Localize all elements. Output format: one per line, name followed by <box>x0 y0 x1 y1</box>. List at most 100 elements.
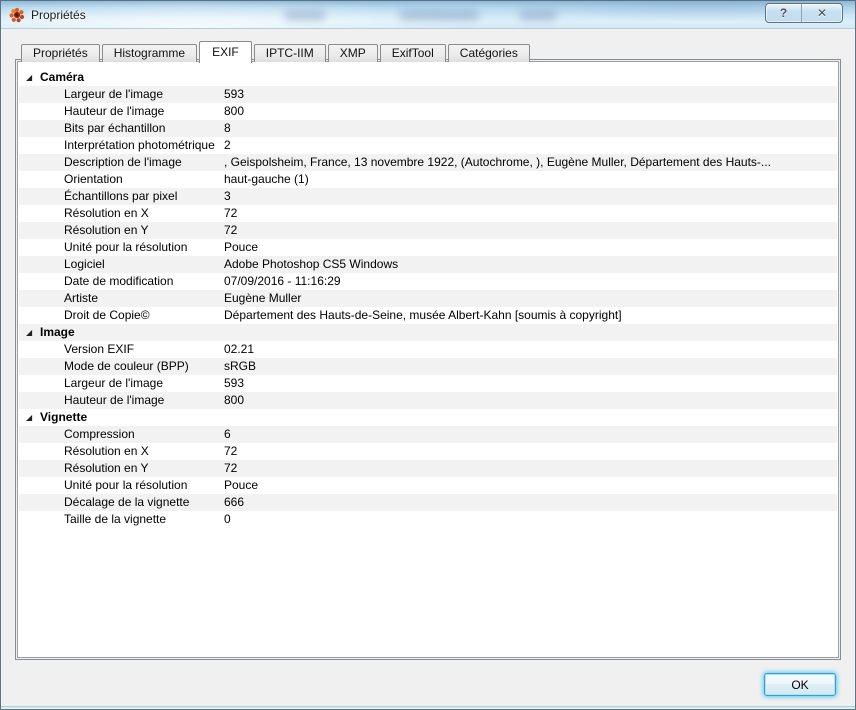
property-label: Logiciel <box>64 256 105 273</box>
property-value: 593 <box>224 375 833 392</box>
section-header-row[interactable]: ◢ Caméra <box>19 69 837 86</box>
property-row[interactable]: Échantillons par pixel 3 <box>19 188 837 205</box>
property-label: Largeur de l'image <box>64 375 163 392</box>
property-label: Échantillons par pixel <box>64 188 177 205</box>
property-row[interactable]: Résolution en X 72 <box>19 205 837 222</box>
tab-exiftool[interactable]: ExifTool <box>380 44 446 62</box>
window-title: Propriétés <box>31 8 86 22</box>
property-row[interactable]: Orientation haut-gauche (1) <box>19 171 837 188</box>
property-label: Résolution en X <box>64 443 149 460</box>
property-row[interactable]: Résolution en Y 72 <box>19 460 837 477</box>
property-row[interactable]: Bits par échantillon 8 <box>19 120 837 137</box>
property-label: Description de l'image <box>64 154 182 171</box>
tab-label: Histogramme <box>114 46 185 60</box>
property-label: Unité pour la résolution <box>64 477 187 494</box>
expander-icon[interactable]: ◢ <box>26 409 38 426</box>
property-value: 2 <box>224 137 833 154</box>
property-value: 72 <box>224 460 833 477</box>
property-row[interactable]: Décalage de la vignette 666 <box>19 494 837 511</box>
expander-icon[interactable]: ◢ <box>26 324 38 341</box>
tab-cat-gories[interactable]: Catégories <box>448 44 530 62</box>
property-value: 800 <box>224 103 833 120</box>
property-label: Hauteur de l'image <box>64 392 164 409</box>
property-row[interactable]: Largeur de l'image 593 <box>19 375 837 392</box>
property-row[interactable]: Hauteur de l'image 800 <box>19 392 837 409</box>
property-row[interactable]: Résolution en Y 72 <box>19 222 837 239</box>
tab-label: XMP <box>340 46 366 60</box>
property-row[interactable]: Unité pour la résolution Pouce <box>19 477 837 494</box>
property-value: 666 <box>224 494 833 511</box>
titlebar-ghost <box>519 10 557 21</box>
property-label: Résolution en X <box>64 205 149 222</box>
property-row[interactable]: Taille de la vignette 0 <box>19 511 837 528</box>
property-label: Taille de la vignette <box>64 511 166 528</box>
section-name: Caméra <box>40 69 84 86</box>
property-value: 72 <box>224 222 833 239</box>
property-row[interactable]: Largeur de l'image 593 <box>19 86 837 103</box>
property-row[interactable]: Interprétation photométrique 2 <box>19 137 837 154</box>
property-label: Largeur de l'image <box>64 86 163 103</box>
tab-label: Catégories <box>460 46 518 60</box>
tab-label: IPTC-IIM <box>266 46 314 60</box>
tab-xmp[interactable]: XMP <box>328 44 378 62</box>
title-bar[interactable]: Propriétés ? ✕ <box>1 1 855 29</box>
property-value: 593 <box>224 86 833 103</box>
property-label: Hauteur de l'image <box>64 103 164 120</box>
property-label: Résolution en Y <box>64 460 149 477</box>
property-row[interactable]: Mode de couleur (BPP) sRGB <box>19 358 837 375</box>
property-value: 72 <box>224 443 833 460</box>
property-value: 3 <box>224 188 833 205</box>
section-header-row[interactable]: ◢ Image <box>19 324 837 341</box>
property-label: Mode de couleur (BPP) <box>64 358 189 375</box>
property-label: Interprétation photométrique <box>64 137 215 154</box>
property-row[interactable]: Version EXIF 02.21 <box>19 341 837 358</box>
tab-propri-t-s[interactable]: Propriétés <box>21 44 100 62</box>
property-row[interactable]: Hauteur de l'image 800 <box>19 103 837 120</box>
close-button[interactable]: ✕ <box>801 4 842 22</box>
help-button[interactable]: ? <box>766 4 801 22</box>
property-value: Département des Hauts-de-Seine, musée Al… <box>224 307 833 324</box>
property-row[interactable]: Artiste Eugène Muller <box>19 290 837 307</box>
property-value: 02.21 <box>224 341 833 358</box>
expander-icon[interactable]: ◢ <box>26 69 38 86</box>
property-row[interactable]: Droit de Copie© Département des Hauts-de… <box>19 307 837 324</box>
property-label: Décalage de la vignette <box>64 494 189 511</box>
property-value: 72 <box>224 205 833 222</box>
property-label: Artiste <box>64 290 98 307</box>
ok-button[interactable]: OK <box>764 673 836 696</box>
property-label: Bits par échantillon <box>64 120 165 137</box>
property-label: Date de modification <box>64 273 173 290</box>
property-row[interactable]: Logiciel Adobe Photoshop CS5 Windows <box>19 256 837 273</box>
list-border: ◢ Caméra Largeur de l'image 593 Hauteur … <box>17 61 839 658</box>
property-value: 0 <box>224 511 833 528</box>
property-label: Orientation <box>64 171 123 188</box>
property-value: Pouce <box>224 477 833 494</box>
tab-histogramme[interactable]: Histogramme <box>102 44 197 62</box>
property-row[interactable]: Unité pour la résolution Pouce <box>19 239 837 256</box>
window-bottom-edge <box>1 706 855 709</box>
tab-label: ExifTool <box>392 46 434 60</box>
property-label: Droit de Copie© <box>64 307 150 324</box>
exif-property-list: ◢ Caméra Largeur de l'image 593 Hauteur … <box>19 63 837 656</box>
tab-label: Propriétés <box>33 46 88 60</box>
property-value: 8 <box>224 120 833 137</box>
property-row[interactable]: Description de l'image , Geispolsheim, F… <box>19 154 837 171</box>
property-label: Version EXIF <box>64 341 134 358</box>
property-row[interactable]: Résolution en X 72 <box>19 443 837 460</box>
property-value: Pouce <box>224 239 833 256</box>
section-header-row[interactable]: ◢ Vignette <box>19 409 837 426</box>
tab-exif[interactable]: EXIF <box>199 41 252 63</box>
property-label: Compression <box>64 426 135 443</box>
property-value: haut-gauche (1) <box>224 171 833 188</box>
property-label: Résolution en Y <box>64 222 149 239</box>
property-value: 6 <box>224 426 833 443</box>
property-value: 800 <box>224 392 833 409</box>
property-row[interactable]: Compression 6 <box>19 426 837 443</box>
property-value: Adobe Photoshop CS5 Windows <box>224 256 833 273</box>
tab-iptc-iim[interactable]: IPTC-IIM <box>254 44 326 62</box>
section-name: Image <box>40 324 75 341</box>
property-row[interactable]: Date de modification 07/09/2016 - 11:16:… <box>19 273 837 290</box>
tab-bar: Propriétés Histogramme EXIF IPTC-IIM XMP Exif… <box>21 41 532 62</box>
property-value: 07/09/2016 - 11:16:29 <box>224 273 833 290</box>
titlebar-ghost <box>399 10 479 21</box>
